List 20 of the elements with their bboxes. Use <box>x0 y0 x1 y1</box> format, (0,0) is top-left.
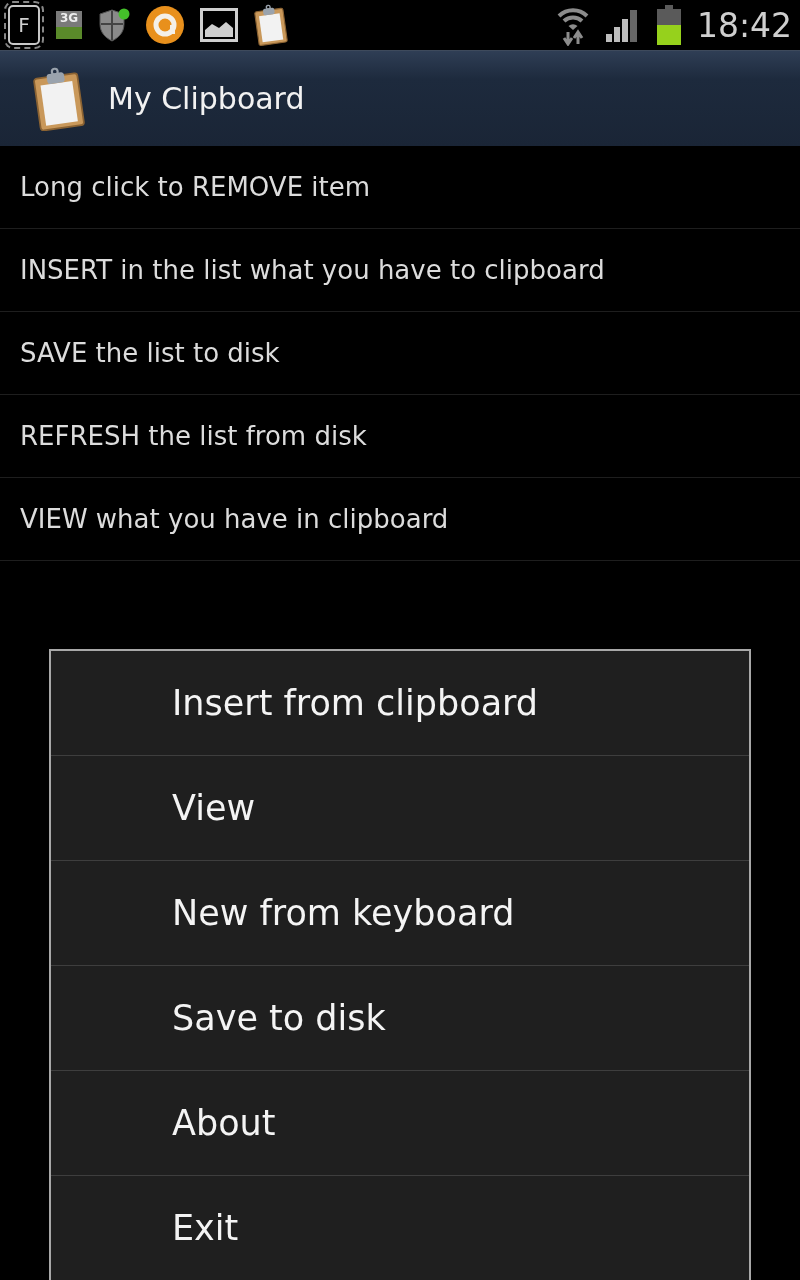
menu-item[interactable]: View <box>51 755 749 860</box>
list-item[interactable]: VIEW what you have in clipboard <box>0 478 800 561</box>
clipboard-icon <box>254 4 288 46</box>
app-title: My Clipboard <box>108 80 305 118</box>
menu-item[interactable]: Insert from clipboard <box>51 651 749 755</box>
menu-item[interactable]: Exit <box>51 1175 749 1280</box>
network-type-badge: 3G <box>56 11 82 39</box>
list-item[interactable]: INSERT in the list what you have to clipboard <box>0 229 800 312</box>
battery-icon <box>656 5 681 45</box>
clipboard-icon <box>30 66 88 131</box>
menu-item[interactable]: New from keyboard <box>51 860 749 965</box>
menu-item[interactable]: About <box>51 1070 749 1175</box>
list-item[interactable]: REFRESH the list from disk <box>0 395 800 478</box>
image-icon <box>200 8 238 42</box>
list-item[interactable]: Long click to REMOVE item <box>0 146 800 229</box>
ring-app-icon <box>146 6 184 44</box>
shield-icon <box>98 8 130 42</box>
clock-time: 18:42 <box>696 8 792 42</box>
list-item[interactable]: SAVE the list to disk <box>0 312 800 395</box>
menu-item[interactable]: Save to disk <box>51 965 749 1070</box>
